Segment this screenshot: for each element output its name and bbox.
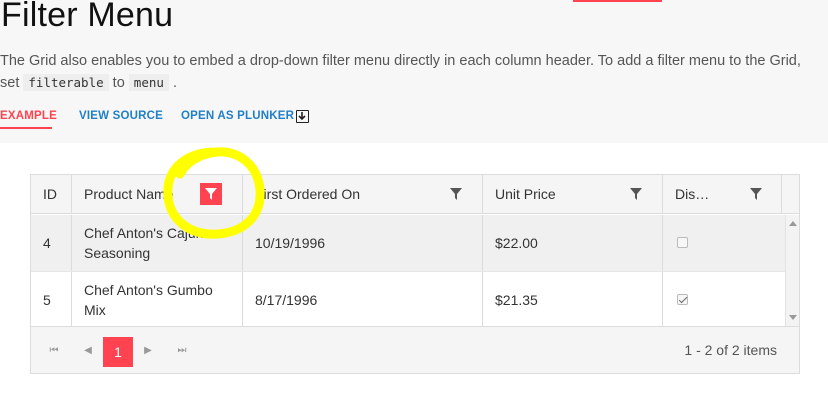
- table-row[interactable]: 4 Chef Anton's Cajun Seasoning 10/19/1996…: [31, 215, 785, 271]
- column-title-product-name: Product Name: [84, 186, 174, 202]
- next-page-icon[interactable]: ▶: [138, 341, 158, 361]
- top-accent-bar: [573, 0, 662, 2]
- column-title-unit-price: Unit Price: [495, 186, 556, 202]
- discontinued-checkbox[interactable]: [677, 237, 688, 248]
- cell-product-name-text: Chef Anton's Gumbo Mix: [84, 280, 213, 320]
- product-name-line-2: Mix: [84, 302, 106, 318]
- cell-id-text: 5: [43, 292, 51, 308]
- scroll-up-icon[interactable]: [789, 221, 797, 226]
- current-page-button[interactable]: 1: [103, 337, 133, 367]
- cell-discontinued: [663, 215, 785, 271]
- page-description: The Grid also enables you to embed a dro…: [0, 50, 828, 94]
- cell-first-ordered: 10/19/1996: [243, 215, 483, 271]
- column-header-unit-price[interactable]: Unit Price: [483, 175, 663, 214]
- discontinued-filter-button[interactable]: [745, 183, 767, 205]
- cell-product-name: Chef Anton's Gumbo Mix: [72, 272, 243, 328]
- cell-id: 4: [31, 215, 72, 271]
- cell-first-ordered: 8/17/1996: [243, 272, 483, 328]
- tab-view-source[interactable]: VIEW SOURCE: [79, 110, 163, 122]
- column-header-first-ordered[interactable]: First Ordered On: [243, 175, 483, 214]
- description-to: to: [112, 75, 125, 91]
- table-row[interactable]: 5 Chef Anton's Gumbo Mix 8/17/1996 $21.35: [31, 271, 785, 328]
- product-name-line-2: Seasoning: [84, 245, 151, 261]
- filter-icon: [205, 188, 217, 200]
- column-header-id[interactable]: ID: [31, 175, 72, 214]
- product-name-line-1: Chef Anton's Gumbo: [84, 282, 213, 298]
- products-grid: ID Product Name First Ordered On Unit Pr…: [30, 174, 800, 374]
- unit-price-filter-button[interactable]: [625, 183, 647, 205]
- column-title-first-ordered: First Ordered On: [255, 186, 361, 202]
- grid-header: ID Product Name First Ordered On Unit Pr…: [31, 175, 799, 214]
- cell-product-name-text: Chef Anton's Cajun Seasoning: [84, 223, 203, 263]
- description-text: The Grid also enables you to embed a dro…: [0, 53, 801, 69]
- column-header-product-name[interactable]: Product Name: [72, 175, 243, 214]
- first-page-icon[interactable]: ⏮: [44, 341, 64, 361]
- cell-price-text: $21.35: [495, 292, 538, 308]
- cell-id: 5: [31, 272, 72, 328]
- product-name-filter-button[interactable]: [200, 183, 222, 205]
- cell-date-text: 10/19/1996: [255, 235, 326, 251]
- code-filterable: filterable: [23, 74, 109, 91]
- product-name-line-1: Chef Anton's Cajun: [84, 225, 204, 241]
- tab-open-plunker[interactable]: OPEN AS PLUNKER: [181, 110, 294, 122]
- cell-id-text: 4: [43, 235, 51, 251]
- cell-discontinued: [663, 272, 785, 328]
- grid-scrollbar[interactable]: [785, 215, 799, 326]
- download-icon[interactable]: [296, 110, 309, 123]
- cell-unit-price: $22.00: [483, 215, 663, 271]
- previous-page-icon[interactable]: ◀: [78, 341, 98, 361]
- discontinued-checkbox[interactable]: [677, 294, 688, 305]
- description-end: .: [172, 75, 177, 91]
- description-set: set: [0, 75, 20, 91]
- first-ordered-filter-button[interactable]: [445, 183, 467, 205]
- grid-pager: ⏮ ◀ 1 ▶ ⏭ 1 - 2 of 2 items: [31, 326, 799, 373]
- filter-icon: [750, 188, 762, 200]
- code-menu: menu: [128, 74, 169, 91]
- tab-active-underline: [0, 127, 52, 129]
- column-header-discontinued[interactable]: Dis…: [663, 175, 782, 214]
- pager-info: 1 - 2 of 2 items: [684, 342, 777, 358]
- filter-icon: [630, 188, 642, 200]
- cell-product-name: Chef Anton's Cajun Seasoning: [72, 215, 243, 271]
- tab-example[interactable]: EXAMPLE: [0, 110, 57, 122]
- filter-icon: [450, 188, 462, 200]
- cell-price-text: $22.00: [495, 235, 538, 251]
- column-title-id: ID: [43, 186, 57, 202]
- last-page-icon[interactable]: ⏭: [172, 341, 192, 361]
- cell-date-text: 8/17/1996: [255, 292, 318, 308]
- scroll-down-icon[interactable]: [789, 315, 797, 320]
- cell-unit-price: $21.35: [483, 272, 663, 328]
- page-title: Filter Menu: [1, 0, 174, 34]
- column-title-discontinued: Dis…: [675, 186, 710, 202]
